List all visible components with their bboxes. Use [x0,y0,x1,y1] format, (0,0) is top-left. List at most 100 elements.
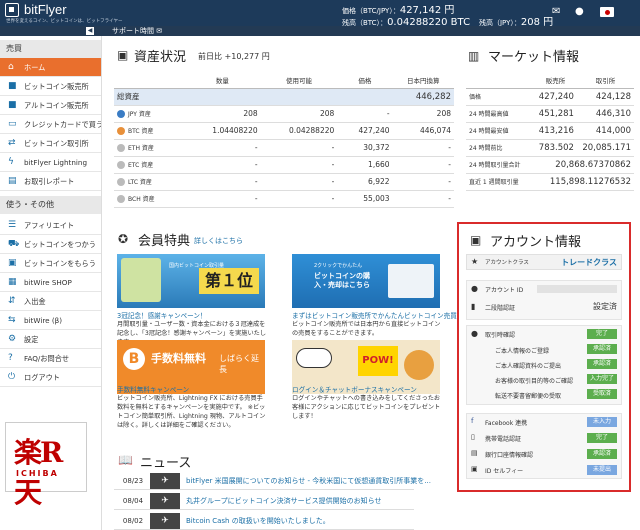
status-badge: 承認済 [587,359,617,369]
campaign-card-1-image[interactable]: 国内ビットコイン取引量 第１位 [117,254,265,308]
news-title: ニュース [140,456,192,471]
mail-icon[interactable]: ✉ [552,7,564,17]
deposit-icon: ⇵ [8,296,16,306]
pow-burst-graphic: POW! [358,346,398,376]
sidebar-item-deposit[interactable]: ⇵ 入出金 [0,292,101,311]
market-chart-icon: ▥ [468,49,480,63]
facebook-icon: f [471,417,474,425]
status-badge[interactable]: 未入力 [587,417,617,427]
status-badge: 完了 [587,433,617,443]
wallet-icon: ▣ [117,48,129,62]
sidebar-item-credit-card[interactable]: ▭ クレジットカードで買う [0,115,101,134]
btc-icon [117,127,125,135]
campaign-card-2-image[interactable]: 2クリックでかんたん ビットコインの購入・売却はこちら [292,254,440,308]
credit-card-icon: ▭ [8,119,17,129]
id-check-icon: ● [471,329,478,338]
asset-row-btc: BTC 資産 1.04408220 0.04288220 427,240 446,074 [114,122,454,140]
logout-icon: ⏻ [8,372,16,382]
book-icon: 📖 [118,453,133,467]
logo[interactable]: bitFlyer [24,2,67,17]
verification-status-badge: 完了 [587,329,617,339]
market-row: 24 時間最安値 413,216 414,000 [466,122,634,140]
sidebar-item-home[interactable]: ⌂ ホーム [0,58,101,77]
sidebar-section-other: 使う・その他 [0,196,101,214]
sidebar-item-faq[interactable]: ? FAQ/お問合せ [0,349,101,368]
assets-delta: 前日比 +10,277 円 [198,52,270,61]
lightning-icon: ϟ [8,157,14,167]
first-place-badge: 第１位 [199,268,259,294]
bank-icon: ▤ [471,449,478,457]
campaign-card-2-headline: ビットコインの購入・売却はこちら [314,272,370,289]
linked-services-block: f Facebook 連携 未入力 ▯ 携帯電話認証 完了 ▤ 銀行口座情報確認… [466,413,622,479]
bitcoin-icon: ■ [8,81,17,91]
campaign-title: 会員特典 [138,234,191,249]
exchange-icon: ⇄ [8,138,16,148]
news-item[interactable]: 08/02 ✈ Bitcoin Cash の取扱いを開始いたしました。 [114,513,414,530]
sidebar-item-settings[interactable]: ⚙ 設定 [0,330,101,349]
ribbon-icon: ✪ [118,232,129,246]
trophy-building-graphic [121,258,161,302]
sidebar-section-trade: 売買 [0,40,101,58]
etc-icon [117,161,125,169]
news-item[interactable]: 08/04 ✈ 丸井グループにビットコイン決済サービス提供開始のお知らせ [114,493,414,510]
rakuten-ichiba-banner[interactable]: 楽R天 ICHIBA [5,422,87,509]
campaign-card-2-title[interactable]: まずはビットコイン販売所でかんたんビットコイン売買 [292,310,457,320]
japan-flag-icon[interactable] [600,7,614,17]
sidebar-item-receive-bitcoin[interactable]: ▣ ビットコインをもらう [0,254,101,273]
support-hours[interactable]: サポート時間 ✉ [112,26,162,36]
bitflyer-logo-icon[interactable] [5,3,19,17]
asset-row-jpy: JPY 資産 208 208-208 [114,105,454,123]
news-item[interactable]: 08/23 ✈ bitFlyer 米国展開についてのお知らせ - 今秋米国にて仮… [114,473,431,490]
collapse-sidebar-icon[interactable]: ◀ [86,27,94,35]
account-class-value[interactable]: トレードクラス [561,257,617,268]
sidebar-item-affiliate[interactable]: ☰ アフィリエイト [0,216,101,235]
market-row: 直近 1 週間取引量 115,898.11276532 [466,173,634,191]
person-icon: ● [471,284,478,293]
faq-icon: ? [8,353,13,363]
campaign-card-4-title[interactable]: ログイン＆チャットボーナスキャンペーン [292,384,417,394]
status-badge: 受取済 [587,389,617,399]
report-icon: ▤ [8,176,17,186]
home-icon: ⌂ [8,62,14,72]
speech-bubble-graphic [296,348,332,368]
star-icon: ★ [471,257,479,266]
account-id-block: ● アカウント ID ▮ 二段階認証 設定済 [466,280,622,320]
sidebar-item-bitwire[interactable]: ⇆ bitWire (β) [0,311,101,330]
eth-icon [117,144,125,152]
campaign-card-3-title[interactable]: 手数料無料キャンペーン [117,384,189,394]
sidebar-item-bitcoin-shop[interactable]: ■ ビットコイン販売所 [0,77,101,96]
campaign-card-1-title[interactable]: 3冠記念！感謝キャンペーン！ [117,310,207,320]
gear-icon: ⚙ [8,334,17,344]
verification-block: ● 取引時確認 完了 ご本人情報のご登録 承認済 ご本人確認資料のご提出 承認済… [466,325,622,405]
airplane-icon: ✈ [150,473,180,489]
sidebar-item-bitwire-shop[interactable]: ▦ bitWire SHOP [0,273,101,292]
market-row: 24 時間前比 783.502 20,085.171 [466,139,634,157]
sidebar-item-logout[interactable]: ⏻ ログアウト [0,368,101,387]
campaign-card-2-subtext: 2クリックでかんたん [314,263,363,269]
two-factor-status: 設定済 [593,302,617,311]
status-badge: 承認済 [587,344,617,354]
sub-bar [0,26,640,36]
total-assets-row: 総資産 446,282 [114,88,454,106]
account-title: アカウント情報 [490,235,582,250]
airplane-icon: ✈ [150,493,180,509]
campaign-details-link[interactable]: 詳しくはこちら [194,236,243,246]
tagline: 世界を変えるコイン、ビットコインは、ビットフライヤー [6,19,123,24]
status-badge[interactable]: 未提出 [587,465,617,475]
sidebar-item-lightning[interactable]: ϟ bitFlyer Lightning [0,153,101,172]
lock-icon: ▮ [471,302,476,311]
asset-row-ltc: LTC 資産 - -6,922- [114,173,454,191]
assets-title: 資産状況 [134,50,187,65]
camera-icon: ▣ [471,465,478,473]
sidebar-item-altcoin-shop[interactable]: ■ アルトコイン販売所 [0,96,101,115]
altcoin-icon: ■ [8,100,17,110]
campaign-card-2-body: ビットコイン販売所では日本円から直接ビットコインの売買をすることができます。 [292,321,441,337]
status-badge: 入力完了 [587,374,617,384]
asset-row-eth: ETH 資産 - -30,372- [114,139,454,157]
sidebar-item-exchange[interactable]: ⇄ ビットコイン取引所 [0,134,101,153]
sidebar-item-use-bitcoin[interactable]: ⛟ ビットコインをつかう [0,235,101,254]
phone-icon: ▯ [471,433,475,441]
user-icon[interactable]: ● [575,7,587,17]
receive-icon: ▣ [8,258,17,268]
sidebar-item-report[interactable]: ▤ お取引レポート [0,172,101,191]
